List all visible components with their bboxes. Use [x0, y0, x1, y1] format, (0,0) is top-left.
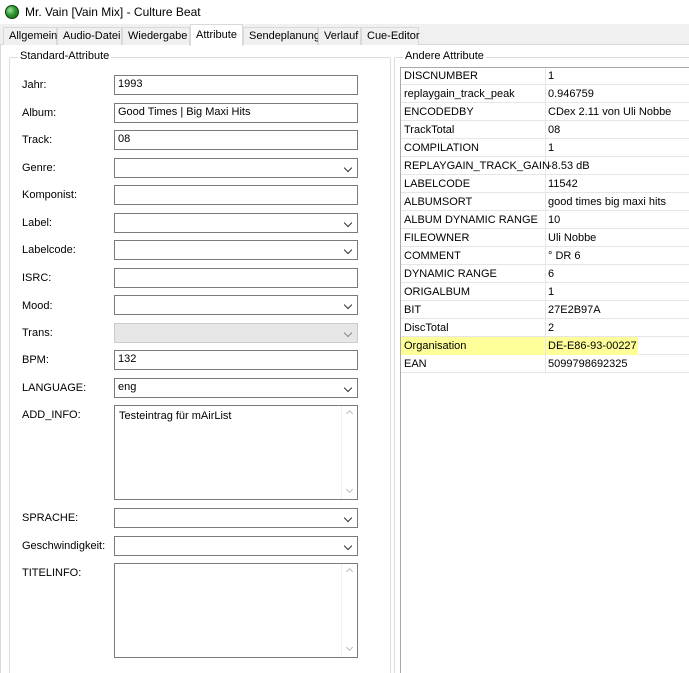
titelinfo-scrollbar[interactable]: [341, 564, 357, 657]
genre-select[interactable]: [114, 158, 358, 178]
sprache-select[interactable]: [114, 508, 358, 528]
trans-label: Trans:: [22, 327, 53, 339]
label-select[interactable]: [114, 213, 358, 233]
grid-border: [400, 67, 689, 673]
attribute-panel: Standard-Attribute Jahr: 1993 Album: Goo…: [0, 45, 689, 673]
album-label: Album:: [22, 107, 57, 119]
komponist-label: Komponist:: [22, 189, 78, 201]
trans-select[interactable]: [114, 323, 358, 343]
labelcode-label: Labelcode:: [22, 244, 76, 256]
scroll-down-icon[interactable]: [345, 485, 354, 494]
language-value: eng: [118, 381, 137, 393]
chevron-down-icon: [343, 513, 353, 523]
geschwindigkeit-select[interactable]: [114, 536, 358, 556]
titelinfo-textarea[interactable]: [114, 563, 358, 658]
geschwindigkeit-label: Geschwindigkeit:: [22, 540, 106, 552]
tab-cue-editor[interactable]: Cue-Editor: [361, 27, 420, 45]
tab-sendeplanung[interactable]: Sendeplanung: [243, 27, 320, 45]
titelinfo-label: TITELINFO:: [22, 567, 82, 579]
andere-attribute-title: Andere Attribute: [403, 50, 486, 62]
album-input[interactable]: Good Times | Big Maxi Hits: [114, 103, 358, 123]
mairlist-app-icon: [5, 5, 19, 19]
chevron-down-icon: [343, 300, 353, 310]
chevron-down-icon: [343, 245, 353, 255]
add-info-scrollbar[interactable]: [341, 406, 357, 499]
mood-label: Mood:: [22, 300, 53, 312]
bpm-label: BPM:: [22, 354, 49, 366]
add-info-text: Testeintrag für mAirList: [119, 410, 232, 422]
track-input[interactable]: 08: [114, 130, 358, 150]
title-bar: Mr. Vain [Vain Mix] - Culture Beat: [0, 0, 689, 24]
language-select[interactable]: eng: [114, 378, 358, 398]
isrc-label: ISRC:: [22, 272, 52, 284]
sprache-label: SPRACHE:: [22, 512, 79, 524]
genre-label: Genre:: [22, 162, 56, 174]
tab-bar: Allgemein Audio-Datei Wiedergabe Attribu…: [0, 24, 689, 46]
scroll-down-icon[interactable]: [345, 643, 354, 652]
standard-attribute-title: Standard-Attribute: [18, 50, 112, 62]
scroll-up-icon[interactable]: [345, 567, 354, 576]
bpm-input[interactable]: 132: [114, 350, 358, 370]
tab-audio-datei[interactable]: Audio-Datei: [57, 27, 122, 45]
add-info-textarea[interactable]: Testeintrag für mAirList: [114, 405, 358, 500]
chevron-down-icon: [343, 541, 353, 551]
tab-allgemein[interactable]: Allgemein: [3, 27, 57, 45]
add-info-label: ADD_INFO:: [22, 409, 81, 421]
chevron-down-icon: [343, 218, 353, 228]
isrc-input[interactable]: [114, 268, 358, 288]
jahr-label: Jahr:: [22, 79, 47, 91]
language-label: LANGUAGE:: [22, 382, 87, 394]
track-label: Track:: [22, 134, 53, 146]
scroll-up-icon[interactable]: [345, 409, 354, 418]
tab-verlauf[interactable]: Verlauf: [318, 27, 361, 45]
tab-attribute[interactable]: Attribute: [190, 24, 243, 46]
chevron-down-icon: [343, 328, 353, 338]
komponist-input[interactable]: [114, 185, 358, 205]
jahr-input[interactable]: 1993: [114, 75, 358, 95]
mood-select[interactable]: [114, 295, 358, 315]
chevron-down-icon: [343, 163, 353, 173]
labelcode-select[interactable]: [114, 240, 358, 260]
window-title: Mr. Vain [Vain Mix] - Culture Beat: [25, 5, 201, 19]
tab-wiedergabe[interactable]: Wiedergabe: [122, 27, 190, 45]
label-label: Label:: [22, 217, 52, 229]
